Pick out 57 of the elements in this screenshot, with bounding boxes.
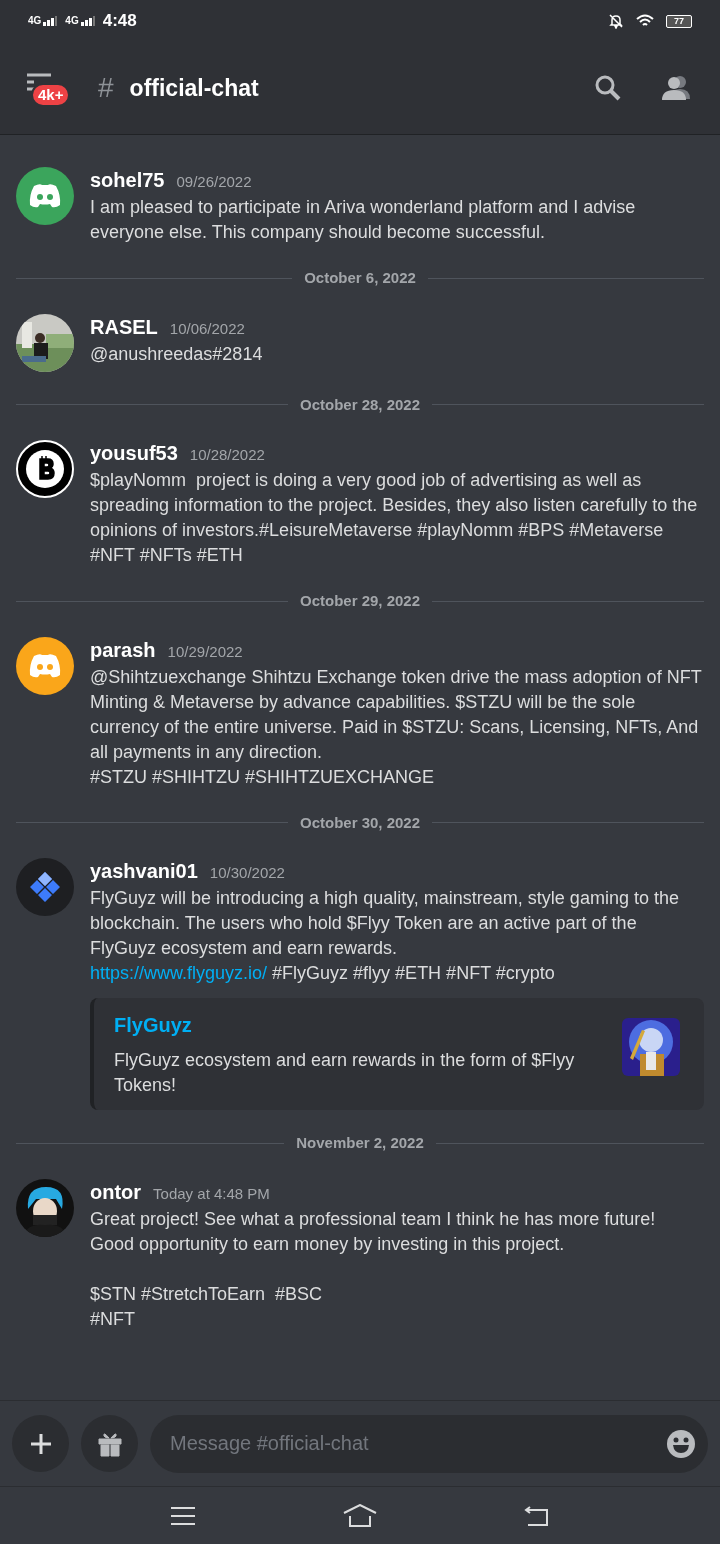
username[interactable]: sohel75 (90, 165, 165, 195)
date-divider: October 28, 2022 (299, 394, 421, 415)
embed-title[interactable]: FlyGuyz (114, 1010, 606, 1040)
message-text: $STN #StretchToEarn #BSC (90, 1282, 324, 1306)
signal-icon (80, 16, 95, 26)
channel-title: official-chat (129, 73, 260, 103)
message-text: @Shihtzuexchange Shihtzu Exchange token drive the mass adoption of NFT Minting & Metaverse by advance capabilities. $STZU will be the sole currency of the entire universe. Paid in $STZU: Scans, Licensing, NFTs, And all payments in any direction. (90, 665, 703, 764)
message-text: Great project! See what a professional team I think he has more future! Good opportunity to earn money by investing in this project. (90, 1207, 657, 1256)
date-divider: October 29, 2022 (299, 591, 421, 611)
link-embed[interactable]: FlyGuyz FlyGuyz ecosystem and earn rewards in the form of $Flyy Tokens! (90, 998, 704, 1110)
timestamp: 10/06/2022 (169, 318, 245, 339)
search-icon (595, 75, 621, 101)
message-text: FlyGuyz will be introducing a high quality, mainstream, style gaming to the blockchain. The users who hold $Flyy Token are an active part of the FlyGuyz ecosystem and earn rewards. (90, 887, 680, 960)
signal-icon (43, 16, 58, 26)
back-icon[interactable] (524, 1504, 551, 1527)
timestamp: 10/29/2022 (167, 641, 243, 662)
menu-button[interactable]: 4k+ (24, 70, 70, 106)
timestamp: 09/26/2022 (176, 172, 252, 192)
network-type: 4G (65, 16, 79, 26)
emoji-icon[interactable] (666, 1428, 696, 1459)
home-icon[interactable] (343, 1503, 377, 1528)
clock: 4:48 (102, 10, 137, 33)
unread-badge: 4k+ (31, 83, 71, 107)
menu-icon[interactable] (169, 1504, 196, 1527)
username[interactable]: ontor (90, 1176, 142, 1207)
diamond-icon (28, 870, 62, 904)
controller-face-icon (28, 183, 62, 209)
avatar[interactable] (16, 636, 74, 695)
message-text: @anushreedas#2814 (90, 342, 264, 366)
plus-icon (29, 1432, 52, 1455)
username[interactable]: parash (90, 634, 156, 665)
message-text: I am pleased to participate in Ariva wonderland platform and I advise everyone else. This company should become successful. (90, 196, 637, 244)
people-icon (661, 75, 691, 101)
username[interactable]: RASEL (90, 311, 158, 342)
date-divider: October 30, 2022 (299, 812, 421, 833)
timestamp: Today at 4:48 PM (153, 1183, 270, 1204)
link[interactable]: https://www.flyguyz.io/ (90, 963, 268, 983)
date-divider: October 6, 2022 (304, 268, 416, 288)
message-text: #STZU #SHIHTZU #SHIHTZUEXCHANGE (90, 765, 436, 789)
avatar[interactable] (16, 440, 74, 498)
wifi-icon (636, 14, 654, 28)
embed-description: FlyGuyz ecosystem and earn rewards in the form of $Flyy Tokens! (114, 1049, 576, 1097)
timestamp: 10/28/2022 (189, 445, 265, 465)
hash-symbol: # (98, 71, 114, 105)
message-text: #NFT (90, 1307, 136, 1331)
battery-level: 77 (674, 16, 684, 26)
message-field[interactable]: Message #official-chat (150, 1414, 708, 1473)
network-type: 4G (28, 16, 42, 26)
bell-off-icon (608, 13, 624, 29)
date-divider: November 2, 2022 (296, 1133, 424, 1153)
controller-face-icon (28, 652, 62, 679)
username[interactable]: yashvani01 (90, 856, 198, 886)
message-text: $playNomm project is doing a very good job of advertising as well as spreading information to the project. Besides, they also listen carefully to the opinions of investors.#LeisureMetaverse #playNomm #BPS #Metaverse #NFT #NFTs #ETH (90, 469, 699, 567)
username[interactable]: yousuf53 (90, 438, 178, 468)
message-text: https://www.flyguyz.io/ #FlyGuyz #flyy #ETH #NFT #crypto (90, 962, 556, 985)
bitcoin-icon (24, 448, 66, 490)
timestamp: 10/30/2022 (209, 863, 285, 883)
